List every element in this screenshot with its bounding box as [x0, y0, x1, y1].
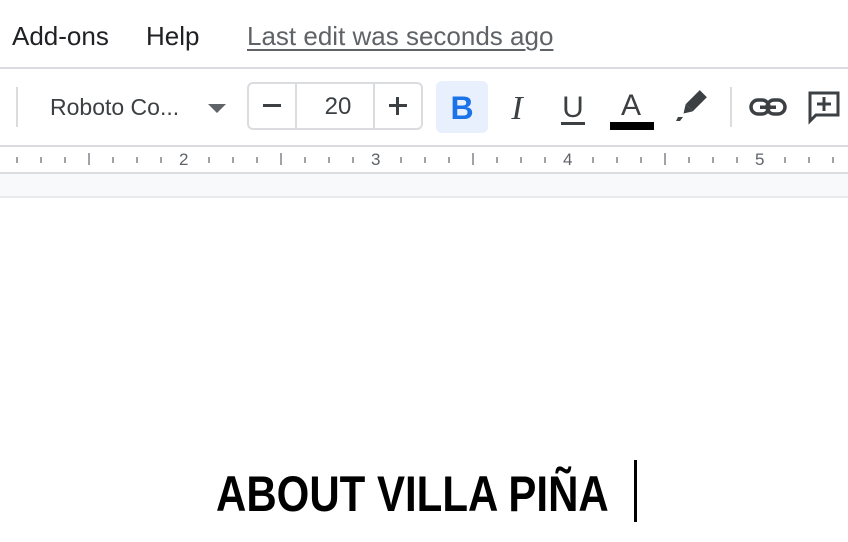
- bold-icon: B: [450, 90, 473, 126]
- menu-bar: Add-ons Help Last edit was seconds ago: [0, 0, 848, 69]
- highlight-pen-icon: [676, 90, 707, 121]
- insert-link-button[interactable]: [742, 81, 794, 133]
- link-icon: [749, 98, 787, 116]
- ruler-number: 5: [755, 150, 765, 169]
- font-size-input[interactable]: [297, 84, 379, 130]
- ruler-ticks: [16, 153, 834, 165]
- svg-text:I: I: [510, 90, 524, 127]
- text-color-swatch: [610, 122, 654, 130]
- horizontal-ruler[interactable]: 2 3 4 5: [0, 145, 848, 174]
- toolbar-separator: [730, 87, 732, 127]
- highlight-color-button[interactable]: [666, 81, 718, 133]
- increase-font-size-button[interactable]: [373, 84, 421, 128]
- chevron-down-icon: [208, 104, 226, 113]
- decrease-font-size-button[interactable]: [249, 84, 297, 128]
- document-heading[interactable]: ABOUT VILLA PIÑA: [216, 466, 609, 522]
- google-docs-window: Add-ons Help Last edit was seconds ago R…: [0, 0, 848, 542]
- ruler-number: 3: [371, 150, 381, 169]
- font-family-value: Roboto Co...: [50, 94, 180, 120]
- toolbar-separator: [16, 87, 18, 127]
- page-gutter: [0, 174, 848, 196]
- text-cursor: [634, 460, 637, 522]
- last-edit-link[interactable]: Last edit was seconds ago: [247, 20, 553, 52]
- italic-icon: I: [510, 90, 524, 127]
- document-page[interactable]: ABOUT VILLA PIÑA: [0, 198, 848, 542]
- svg-text:B: B: [450, 90, 473, 126]
- underline-button[interactable]: U: [547, 81, 599, 133]
- italic-button[interactable]: I: [491, 81, 543, 133]
- add-comment-icon: [808, 91, 840, 125]
- bold-button[interactable]: B: [436, 81, 488, 133]
- menu-help[interactable]: Help: [146, 20, 199, 52]
- svg-text:A: A: [621, 89, 641, 122]
- ruler-number: 4: [563, 150, 573, 169]
- ruler-number: 2: [179, 150, 189, 169]
- font-size-stepper: [247, 82, 423, 130]
- add-comment-button[interactable]: [798, 81, 848, 133]
- font-family-dropdown[interactable]: Roboto Co...: [36, 83, 236, 131]
- underline-icon: U: [561, 91, 585, 125]
- svg-text:U: U: [562, 91, 584, 124]
- formatting-toolbar: Roboto Co... B I U: [0, 69, 848, 145]
- menu-add-ons[interactable]: Add-ons: [12, 20, 109, 52]
